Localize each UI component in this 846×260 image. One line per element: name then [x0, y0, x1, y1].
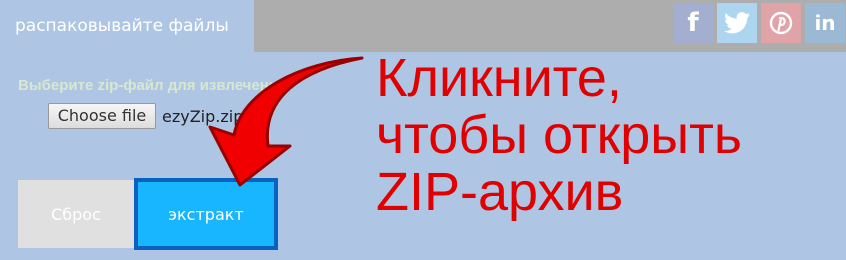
facebook-share-button[interactable]: f: [673, 3, 713, 43]
callout-line: чтобы открыть: [376, 105, 742, 165]
reset-button[interactable]: Сброс: [18, 180, 134, 248]
top-bar: распаковывайте файлы f in: [0, 0, 846, 52]
callout-line: Кликните,: [376, 48, 622, 108]
linkedin-icon: in: [814, 11, 836, 35]
callout-text: Кликните, чтобы открыть ZIP-архив: [376, 50, 836, 221]
select-zip-label: Выберите zip-файл для извлечения: [18, 77, 287, 94]
callout-line: ZIP-архив: [376, 162, 624, 222]
linkedin-share-button[interactable]: in: [805, 3, 845, 43]
facebook-icon: f: [687, 8, 699, 38]
extract-button[interactable]: экстракт: [134, 178, 278, 250]
twitter-share-button[interactable]: [717, 3, 757, 43]
tab-unzip-files[interactable]: распаковывайте файлы: [0, 0, 254, 52]
selected-file-name: ezyZip.zip: [162, 107, 244, 126]
twitter-icon: [724, 12, 750, 34]
choose-file-button[interactable]: Choose file: [48, 103, 156, 129]
pinterest-share-button[interactable]: [761, 3, 801, 43]
pinterest-icon: [769, 11, 793, 35]
